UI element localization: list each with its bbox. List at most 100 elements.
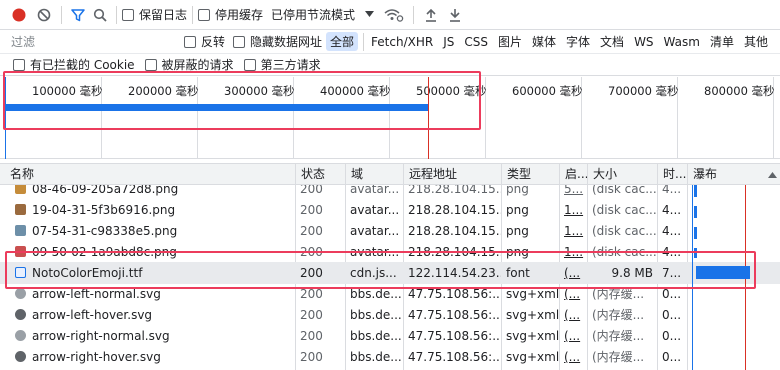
divider (363, 32, 365, 51)
record-button[interactable] (6, 2, 32, 28)
type-filter-fetch-xhr[interactable]: Fetch/XHR (367, 34, 437, 50)
type-filter-img[interactable]: 图片 (494, 32, 526, 51)
column-header-initiator[interactable]: 启... (559, 164, 587, 185)
type-filter-wasm[interactable]: Wasm (660, 34, 704, 50)
search-icon (93, 8, 107, 22)
size-cell: (内存缓... (592, 329, 645, 343)
hide-data-urls-checkbox[interactable]: 隐藏数据网址 (233, 33, 322, 50)
filter-toggle-button[interactable] (67, 2, 89, 28)
type-filter-js[interactable]: JS (439, 34, 458, 50)
upload-icon (426, 8, 437, 22)
request-name-cell: 08-46-09-205a72d8.png (10, 185, 295, 200)
throttle-select[interactable]: 已停用节流模式 (271, 6, 375, 23)
image-icon (15, 225, 26, 236)
initiator-link[interactable]: 1... (559, 221, 587, 242)
initiator-link[interactable]: (... (559, 326, 587, 347)
download-icon (450, 8, 461, 22)
clear-button[interactable] (32, 2, 56, 28)
type-cell: svg+xml (506, 350, 559, 364)
column-header-name[interactable]: 名称 (5, 164, 295, 185)
type-filter-doc[interactable]: 文档 (596, 32, 628, 51)
remote-address-cell: 47.75.108.56:... (408, 350, 501, 364)
column-header-type[interactable]: 类型 (501, 164, 559, 185)
import-har-button[interactable] (419, 2, 443, 28)
request-name-cell: arrow-right-hover.svg (10, 347, 295, 368)
divider (192, 5, 194, 24)
domain-cell: bbs.de... (350, 329, 402, 343)
initiator-link[interactable]: 1... (559, 200, 587, 221)
search-button[interactable] (89, 2, 111, 28)
preserve-log-checkbox[interactable]: 保留日志 (122, 6, 187, 23)
svg-icon (15, 309, 26, 320)
throttle-label: 已停用节流模式 (271, 8, 356, 22)
column-header-waterfall[interactable]: 瀑布 (687, 164, 767, 185)
column-header-size[interactable]: 大小 (587, 164, 657, 185)
type-filter-css[interactable]: CSS (460, 34, 492, 50)
svg-icon (15, 330, 26, 341)
column-header-remote-address[interactable]: 远程地址 (403, 164, 501, 185)
request-table-header: 名称 状态 域 远程地址 类型 启... 大小 时... 瀑布 (0, 163, 780, 185)
type-filter-font[interactable]: 字体 (562, 32, 594, 51)
disable-cache-label: 停用缓存 (215, 8, 264, 22)
size-cell: (内存缓... (592, 350, 645, 364)
column-header-domain[interactable]: 域 (345, 164, 403, 185)
svg-icon (15, 288, 26, 299)
request-name-cell: 07-54-31-c98338e5.png (10, 221, 295, 242)
remote-address-cell: 47.75.108.56:... (408, 329, 501, 343)
request-name-cell: arrow-right-normal.svg (10, 326, 295, 347)
table-row[interactable]: arrow-left-hover.svg 200 bbs.de... 47.75… (0, 305, 780, 326)
time-cell: 0... (662, 350, 682, 364)
checkbox-box[interactable] (184, 35, 196, 48)
annotation-highlight-box (3, 71, 481, 130)
svg-icon (15, 351, 26, 362)
type-cell: svg+xml (506, 329, 559, 343)
request-name-cell: arrow-left-hover.svg (10, 305, 295, 326)
checkbox-box[interactable] (243, 58, 256, 71)
size-cell: (disk cac... (592, 224, 657, 238)
initiator-link[interactable]: (... (559, 347, 587, 368)
clear-icon (37, 8, 51, 21)
filter-input[interactable]: 过滤 (6, 31, 176, 53)
invert-checkbox[interactable]: 反转 (184, 33, 225, 50)
disable-cache-checkbox[interactable]: 停用缓存 (198, 6, 263, 23)
chevron-down-icon (365, 11, 375, 17)
waterfall-bar (694, 227, 697, 239)
filter-bar: 过滤 反转 隐藏数据网址 全部 Fetch/XHR JS CSS 图片 媒体 字… (0, 30, 780, 54)
type-filter-media[interactable]: 媒体 (528, 32, 560, 51)
remote-address-cell: 218.28.104.15... (408, 185, 501, 196)
type-filter-other[interactable]: 其他 (740, 32, 772, 51)
timeline-tick-label: 800000 毫秒 (704, 84, 775, 98)
network-conditions-button[interactable] (380, 2, 408, 28)
checkbox-box[interactable] (233, 35, 246, 48)
checkbox-box[interactable] (198, 8, 211, 21)
table-row[interactable]: 07-54-31-c98338e5.png 200 avatar... 218.… (0, 221, 780, 242)
table-row[interactable]: 08-46-09-205a72d8.png 200 avatar... 218.… (0, 185, 780, 200)
initiator-link[interactable]: (... (559, 305, 587, 326)
column-header-status[interactable]: 状态 (295, 164, 345, 185)
checkbox-box[interactable] (13, 58, 25, 71)
request-name: 07-54-31-c98338e5.png (32, 224, 178, 238)
table-row[interactable]: arrow-right-hover.svg 200 bbs.de... 47.7… (0, 347, 780, 368)
table-row[interactable]: 19-04-31-5f3b6916.png 200 avatar... 218.… (0, 200, 780, 221)
time-cell: 4... (662, 185, 682, 196)
hide-data-urls-label: 隐藏数据网址 (250, 35, 323, 49)
status-cell: 200 (300, 224, 323, 238)
type-filter-group: 全部 Fetch/XHR JS CSS 图片 媒体 字体 文档 WS Wasm … (326, 32, 774, 51)
time-cell: 4... (662, 224, 682, 238)
checkbox-box[interactable] (144, 58, 157, 71)
type-filter-all[interactable]: 全部 (326, 32, 359, 51)
table-row[interactable]: arrow-right-normal.svg 200 bbs.de... 47.… (0, 326, 780, 347)
divider (61, 5, 62, 24)
request-name: arrow-left-hover.svg (32, 308, 153, 322)
type-filter-manifest[interactable]: 清单 (706, 32, 738, 51)
domain-cell: bbs.de... (350, 350, 402, 364)
checkbox-box[interactable] (122, 8, 134, 21)
remote-address-cell: 218.28.104.15... (408, 224, 501, 238)
column-header-time[interactable]: 时... (657, 164, 687, 185)
type-filter-ws[interactable]: WS (630, 34, 657, 50)
network-toolbar: 保留日志 停用缓存 已停用节流模式 (0, 0, 780, 30)
sort-ascending-icon[interactable] (768, 171, 777, 178)
initiator-link[interactable]: 5... (559, 185, 587, 200)
time-cell: 4... (662, 203, 682, 217)
export-har-button[interactable] (443, 2, 467, 28)
